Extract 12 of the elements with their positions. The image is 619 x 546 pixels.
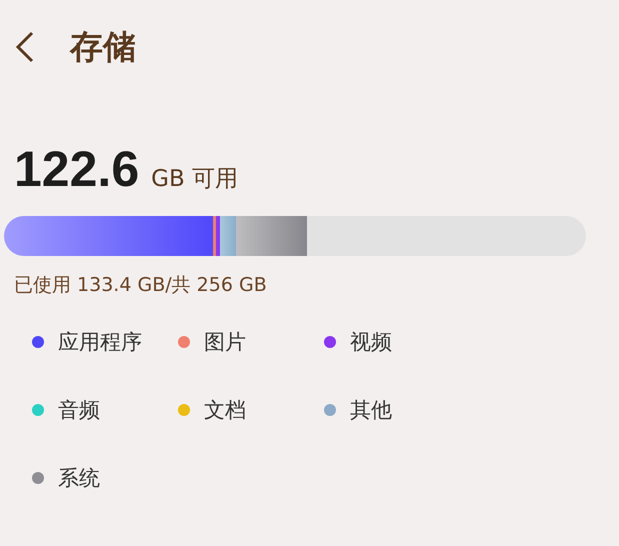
legend-label: 文档 (204, 397, 246, 424)
legend-label: 音频 (58, 397, 100, 424)
legend-label: 系统 (58, 465, 100, 492)
legend-label: 应用程序 (58, 329, 142, 356)
back-icon[interactable] (14, 30, 36, 64)
page-title: 存储 (70, 26, 136, 68)
legend-label: 视频 (350, 329, 392, 356)
available-amount: 122.6 (14, 140, 140, 198)
available-unit: GB 可用 (151, 165, 238, 194)
usage-text: 已使用 133.4 GB/共 256 GB (13, 273, 268, 298)
legend-label: 其他 (350, 397, 392, 424)
legend-label: 图片 (204, 329, 246, 356)
